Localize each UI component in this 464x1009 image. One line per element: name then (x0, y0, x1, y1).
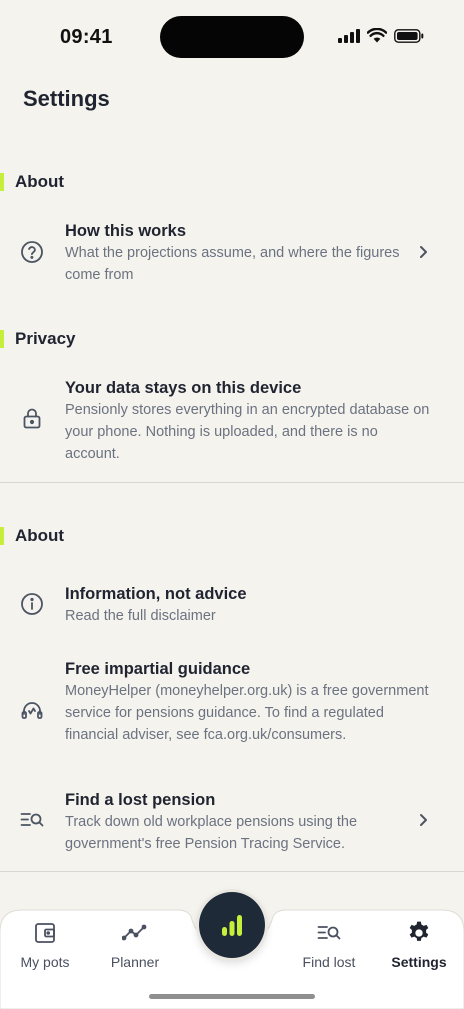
status-icons (338, 28, 424, 43)
status-time: 09:41 (60, 26, 113, 48)
tab-find-lost[interactable]: Find lost (284, 920, 374, 980)
section-accent-bar (0, 527, 4, 545)
row-subtitle: MoneyHelper (moneyhelper.org.uk) is a fr… (65, 683, 429, 743)
section-accent-bar (0, 330, 4, 348)
section-label: Privacy (15, 329, 76, 348)
row-title: Information, not advice (65, 585, 247, 603)
row-subtitle: Read the full disclaimer (65, 608, 216, 624)
help-circle-icon (20, 240, 44, 264)
tab-label: Settings (391, 954, 447, 970)
row-title: Free impartial guidance (65, 660, 251, 678)
home-indicator (149, 994, 315, 999)
trend-line-icon (122, 920, 148, 946)
row-how-this-works[interactable]: How this works What the projections assu… (0, 218, 464, 288)
row-title: How this works (65, 222, 187, 240)
search-list-icon (20, 808, 44, 832)
tab-my-pots[interactable]: My pots (0, 920, 90, 980)
section-header-about: About (0, 525, 64, 547)
row-text: How this works What the projections assu… (65, 220, 400, 286)
headset-icon (20, 699, 44, 723)
section-divider (0, 871, 464, 872)
cellular-signal-icon (338, 28, 360, 43)
row-free-guidance: Free impartial guidance MoneyHelper (mon… (0, 656, 464, 770)
page-title: Settings (23, 86, 110, 111)
row-text: Free impartial guidance MoneyHelper (mon… (65, 658, 430, 746)
section-accent-bar (0, 173, 4, 191)
row-title: Find a lost pension (65, 791, 216, 809)
search-list-icon (317, 920, 341, 946)
info-icon (20, 592, 44, 616)
row-subtitle: Track down old workplace pensions using … (65, 814, 358, 852)
row-text: Your data stays on this device Pensionly… (65, 377, 430, 465)
row-subtitle: Pensionly stores everything in an encryp… (65, 402, 430, 462)
dynamic-island (160, 16, 304, 58)
row-title: Your data stays on this device (65, 379, 302, 397)
section-label: About (15, 172, 65, 191)
row-text: Information, not advice Read the full di… (65, 583, 400, 627)
section-label: About (15, 526, 65, 545)
row-not-advice[interactable]: Information, not advice Read the full di… (0, 581, 464, 629)
center-action-button[interactable] (199, 892, 265, 958)
tab-planner[interactable]: Planner (90, 920, 180, 980)
battery-icon (394, 28, 424, 43)
section-header-privacy: Privacy (0, 328, 76, 350)
tab-label: My pots (20, 954, 70, 970)
wifi-icon (367, 28, 387, 43)
settings-screen: 09:41 Settings About How this works What… (0, 0, 464, 1009)
gear-icon (406, 920, 432, 946)
chevron-right-icon (420, 246, 427, 258)
lock-icon (20, 406, 44, 430)
tab-settings[interactable]: Settings (374, 920, 464, 980)
tab-label: Find lost (302, 954, 356, 970)
bar-chart-icon (222, 915, 242, 936)
row-subtitle: What the projections assume, and where t… (65, 245, 400, 283)
section-divider (0, 482, 464, 483)
row-text: Find a lost pension Track down old workp… (65, 789, 400, 855)
row-lost-pension[interactable]: Find a lost pension Track down old workp… (0, 787, 464, 857)
status-bar: 09:41 (0, 0, 464, 76)
tab-label: Planner (110, 954, 160, 970)
chevron-right-icon (420, 814, 427, 826)
section-header-about: About (0, 171, 64, 193)
wallet-icon (33, 920, 57, 946)
row-data-on-device: Your data stays on this device Pensionly… (0, 375, 464, 467)
